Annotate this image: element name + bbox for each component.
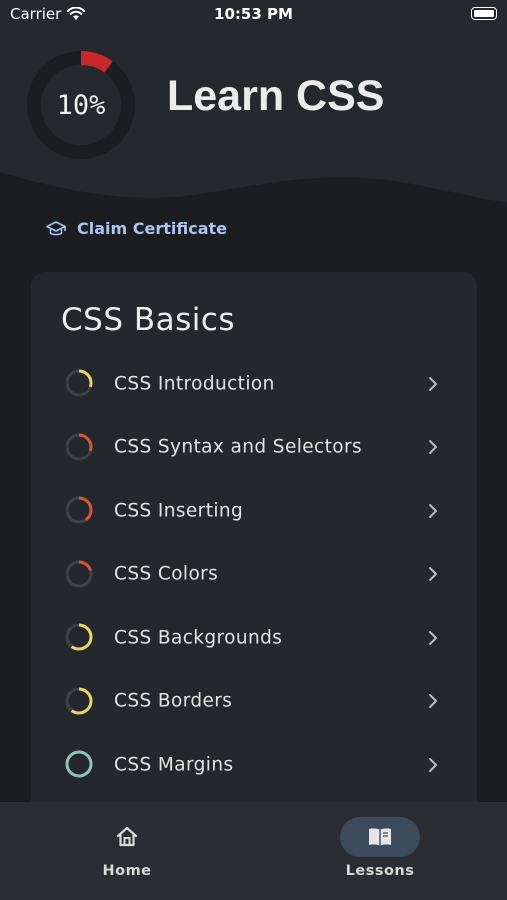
chevron-right-icon [429, 503, 437, 518]
chevron-right-icon [429, 630, 437, 645]
page-title: Learn CSS [167, 72, 385, 120]
home-icon [116, 826, 138, 847]
lesson-progress-ring [65, 623, 93, 651]
claim-certificate-button[interactable]: Claim Certificate [46, 219, 227, 238]
lesson-list: CSS Introduction CSS Syntax and Selectors… [31, 352, 477, 797]
section-title: CSS Basics [61, 302, 236, 338]
tab-home[interactable]: Home [27, 802, 227, 900]
lesson-progress-ring [65, 496, 93, 524]
lesson-item[interactable]: CSS Borders [31, 670, 477, 734]
lesson-item[interactable]: CSS Colors [31, 543, 477, 607]
lesson-progress-ring [65, 369, 93, 397]
lesson-item[interactable]: CSS Margins [31, 733, 477, 797]
lesson-label: CSS Colors [114, 563, 219, 585]
chevron-right-icon [429, 440, 437, 455]
lesson-label: CSS Inserting [114, 500, 244, 522]
course-progress-label: 10% [56, 89, 106, 121]
status-time: 10:53 PM [214, 5, 293, 23]
tab-lessons-label: Lessons [345, 863, 415, 879]
lesson-progress-ring [65, 560, 93, 587]
lesson-label: CSS Borders [114, 690, 233, 712]
lesson-progress-ring [65, 433, 93, 460]
lesson-label: CSS Introduction [114, 373, 275, 395]
lesson-progress-ring [65, 750, 93, 778]
claim-certificate-label: Claim Certificate [77, 219, 228, 238]
lesson-item[interactable]: CSS Introduction [31, 352, 477, 416]
open-book-icon [369, 828, 391, 846]
lesson-item[interactable]: CSS Backgrounds [31, 606, 477, 670]
chevron-right-icon [429, 376, 437, 391]
chevron-right-icon [429, 757, 437, 772]
tab-lessons[interactable]: Lessons [280, 802, 480, 900]
status-bar: Carrier 10:53 PM [0, 0, 507, 28]
tab-home-label: Home [102, 863, 152, 879]
chevron-right-icon [429, 694, 437, 709]
lesson-label: CSS Margins [114, 754, 234, 776]
tab-bar: Home Lessons [0, 802, 507, 900]
lesson-label: CSS Syntax and Selectors [114, 436, 363, 458]
battery-icon [471, 7, 497, 20]
lesson-label: CSS Backgrounds [114, 627, 283, 649]
lessons-card: CSS Basics CSS Introduction CSS Syntax an… [31, 272, 477, 832]
lesson-item[interactable]: CSS Inserting [31, 479, 477, 543]
graduation-cap-icon [46, 220, 66, 235]
lesson-item[interactable]: CSS Syntax and Selectors [31, 416, 477, 480]
lesson-progress-ring [65, 687, 93, 714]
chevron-right-icon [429, 567, 437, 582]
